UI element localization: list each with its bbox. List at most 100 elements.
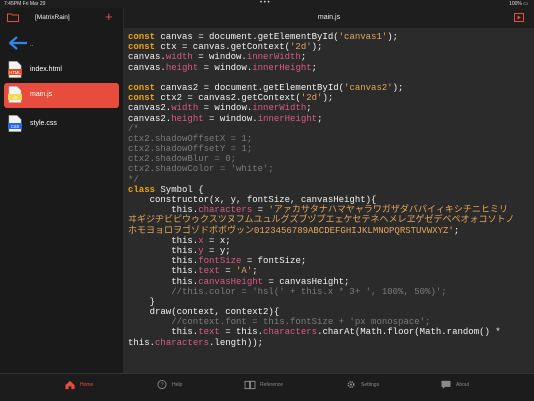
code-line[interactable]: ctx2.shadowBlur = 0; bbox=[128, 154, 532, 164]
file-name-label: main.js bbox=[30, 91, 53, 98]
code-token: //context.font = this.fontSize + 'px mon… bbox=[128, 317, 431, 328]
js-file-icon: JS bbox=[8, 86, 22, 103]
multitask-dots: • • • bbox=[260, 0, 270, 6]
code-token: canvas2. bbox=[128, 113, 172, 124]
code-line[interactable]: canvas2.height = window.innerHeight; bbox=[128, 114, 532, 124]
code-token: ; bbox=[306, 103, 312, 114]
code-token: = window. bbox=[203, 113, 258, 124]
code-line[interactable]: this.canvasHeight = canvasHeight; bbox=[128, 277, 532, 287]
code-token: ); bbox=[387, 32, 399, 42]
code-line[interactable]: ヰギジヂビピウゥクスツヌフムユュルグズブヅプエェケセテネヘメレヱゲゼデベペオォコ… bbox=[128, 215, 532, 225]
code-token: ); bbox=[311, 42, 323, 53]
code-token: constructor(x, y, fontSize, canvasHeight… bbox=[128, 195, 377, 205]
code-token: innerHeight bbox=[257, 113, 318, 124]
svg-text:JS: JS bbox=[13, 95, 18, 100]
code-line[interactable]: ctx2.shadowOffsetY = 1; bbox=[128, 144, 532, 154]
code-text[interactable]: const canvas = document.getElementById('… bbox=[128, 32, 532, 348]
code-line[interactable]: this.x = x; bbox=[128, 236, 532, 246]
code-token: 'canvas2' bbox=[344, 82, 393, 93]
parent-dir-label: .. bbox=[30, 42, 34, 48]
back-arrow-icon[interactable] bbox=[8, 36, 28, 50]
code-token: canvas2 = document.getElementById( bbox=[160, 82, 345, 93]
code-token: canvas. bbox=[128, 62, 166, 73]
code-line[interactable]: this.y = y; bbox=[128, 246, 532, 256]
code-line[interactable]: canvas.width = window.innerWidth; bbox=[128, 52, 532, 62]
file-name-label: style.css bbox=[30, 120, 57, 127]
code-token: this. bbox=[128, 235, 199, 246]
code-line[interactable]: const ctx2 = canvas2.getContext('2d'); bbox=[128, 93, 532, 103]
code-token: innerWidth bbox=[246, 52, 301, 63]
gear-icon bbox=[347, 381, 355, 388]
code-line[interactable]: ctx2.shadowColor = 'white'; bbox=[128, 164, 532, 174]
code-line[interactable]: canvas2.width = window.innerWidth; bbox=[128, 103, 532, 113]
code-token: ctx2 = canvas2.getContext( bbox=[160, 93, 301, 104]
tab-about[interactable]: About bbox=[440, 379, 500, 397]
help-icon: ? bbox=[157, 380, 167, 390]
code-editor[interactable]: main.js const canvas = document.getEleme… bbox=[124, 8, 534, 373]
tab-reference[interactable]: Reference bbox=[244, 379, 304, 397]
code-line[interactable]: draw(context, context2){ bbox=[128, 307, 532, 317]
status-time: 7:45PM Fri Mar 29 bbox=[4, 1, 46, 7]
tab-bar: Home ? Help Reference Settings About bbox=[0, 373, 534, 401]
code-token: characters bbox=[263, 327, 318, 338]
code-token: innerWidth bbox=[252, 103, 307, 114]
code-token: //this.color = 'hsl(' + this.x * 3+ ', 1… bbox=[128, 286, 447, 297]
tab-home[interactable]: Home bbox=[64, 379, 124, 397]
status-battery: 100% ▭ bbox=[509, 1, 528, 7]
code-token: width bbox=[165, 52, 193, 63]
code-line[interactable]: const ctx = canvas.getContext('2d'); bbox=[128, 42, 532, 52]
code-token: ; bbox=[453, 225, 460, 236]
code-line[interactable]: this.fontSize = fontSize; bbox=[128, 256, 532, 266]
code-line[interactable]: ホモヨョロヲゴゾドボポヴッン0123456789ABCDEFGHIJKLMNOP… bbox=[128, 226, 532, 236]
code-line[interactable]: this.text = 'A'; bbox=[128, 266, 532, 276]
file-item-css[interactable]: CSS style.css bbox=[4, 112, 119, 137]
code-line[interactable]: //this.color = 'hsl(' + this.x * 3+ ', 1… bbox=[128, 287, 532, 297]
tab-settings[interactable]: Settings bbox=[345, 379, 405, 397]
css-file-icon: CSS bbox=[8, 115, 22, 132]
code-line[interactable] bbox=[128, 73, 532, 83]
editor-header: main.js bbox=[124, 8, 534, 28]
code-token: const bbox=[128, 32, 161, 42]
code-line[interactable]: //context.font = this.fontSize + 'px mon… bbox=[128, 317, 532, 327]
file-item-html[interactable]: HTML index.html bbox=[4, 58, 119, 83]
code-token: this. bbox=[128, 337, 156, 348]
project-title: [MatrixRain] bbox=[35, 14, 70, 21]
code-token: /* bbox=[128, 123, 139, 134]
code-token: .length)); bbox=[209, 337, 264, 348]
code-token: this. bbox=[128, 266, 199, 277]
code-token: ; bbox=[317, 113, 323, 124]
code-token: const bbox=[128, 82, 161, 93]
code-line[interactable]: } bbox=[128, 297, 532, 307]
code-line[interactable]: const canvas = document.getElementById('… bbox=[128, 32, 532, 42]
code-line[interactable]: this.characters.length)); bbox=[128, 338, 532, 348]
code-token: = this. bbox=[219, 327, 264, 338]
code-token: this. bbox=[128, 276, 199, 287]
file-item-js[interactable]: JS main.js bbox=[4, 83, 119, 108]
code-line[interactable]: this.characters = 'アァカサタナハマヤャラワガザダバパイィキシ… bbox=[128, 205, 532, 215]
tab-help[interactable]: ? Help bbox=[156, 379, 216, 397]
code-token: this. bbox=[128, 245, 199, 256]
code-token: text bbox=[198, 327, 220, 338]
code-token: = window. bbox=[192, 52, 247, 63]
code-token: height bbox=[165, 62, 199, 73]
svg-text:CSS: CSS bbox=[11, 124, 20, 129]
code-line[interactable]: constructor(x, y, fontSize, canvasHeight… bbox=[128, 195, 532, 205]
add-file-icon[interactable]: + bbox=[105, 10, 113, 23]
code-token: canvasHeight bbox=[198, 276, 264, 287]
code-token: '2d' bbox=[290, 42, 312, 53]
code-token: 'A' bbox=[236, 266, 253, 277]
code-line[interactable]: /* bbox=[128, 124, 532, 134]
code-line[interactable]: canvas.height = window.innerHeight; bbox=[128, 63, 532, 73]
file-sidebar: [MatrixRain] + .. HTML index.html JS main.j… bbox=[0, 8, 124, 373]
tab-label: Reference bbox=[260, 382, 284, 388]
code-line[interactable]: class Symbol { bbox=[128, 185, 532, 195]
run-icon[interactable] bbox=[514, 13, 524, 22]
code-line[interactable]: const canvas2 = document.getElementById(… bbox=[128, 83, 532, 93]
code-line[interactable]: */ bbox=[128, 175, 532, 185]
tab-label: Home bbox=[80, 382, 94, 388]
code-line[interactable]: this.text = this.characters.charAt(Math.… bbox=[128, 327, 532, 337]
folder-icon[interactable] bbox=[7, 13, 19, 22]
code-token: */ bbox=[128, 174, 139, 185]
code-token: canvas. bbox=[128, 52, 166, 63]
code-line[interactable]: ctx2.shadowOffsetX = 1; bbox=[128, 134, 532, 144]
